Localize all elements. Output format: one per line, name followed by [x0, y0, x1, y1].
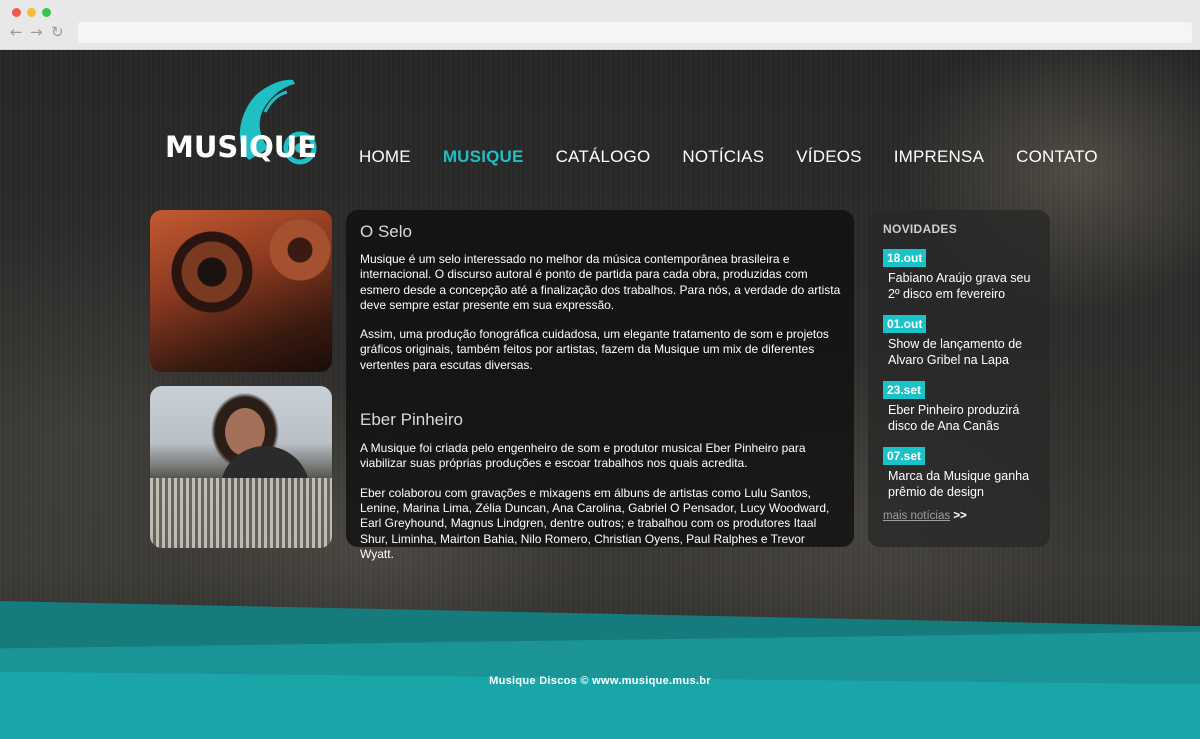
about-panel: O Selo Musique é um selo interessado no …	[346, 210, 854, 561]
maximize-window-icon[interactable]	[42, 8, 51, 17]
address-bar[interactable]	[78, 22, 1192, 43]
nav-catalogo[interactable]: CATÁLOGO	[556, 146, 651, 168]
reload-icon[interactable]: ↻	[51, 24, 64, 40]
news-heading: NOVIDADES	[883, 222, 958, 236]
news-headline[interactable]: Eber Pinheiro produzirá disco de Ana Can…	[883, 402, 1035, 434]
minimize-window-icon[interactable]	[27, 8, 36, 17]
browser-chrome: ← → ↻	[0, 0, 1200, 50]
news-panel: NOVIDADES 18.out Fabiano Araújo grava se…	[868, 210, 1050, 547]
eber-paragraph-1: A Musique foi criada pelo engenheiro de …	[360, 441, 806, 471]
footer-copyright: Musique Discos © www.musique.mus.br	[489, 675, 711, 687]
nav-noticias[interactable]: NOTÍCIAS	[682, 146, 764, 168]
news-item[interactable]: 01.out Show de lançamento de Alvaro Grib…	[883, 315, 1035, 368]
reel-to-reel-photo	[150, 210, 332, 372]
back-arrow-icon[interactable]: ←	[10, 24, 23, 40]
section-title-eber: Eber Pinheiro	[360, 410, 464, 430]
news-date-badge: 07.set	[883, 447, 926, 465]
more-news-link[interactable]: mais notícias	[883, 510, 950, 522]
more-news-arrow[interactable]: >>	[953, 510, 966, 522]
forward-arrow-icon[interactable]: →	[30, 24, 43, 40]
more-news: mais notícias >>	[883, 510, 1035, 522]
news-date-badge: 23.set	[883, 381, 926, 399]
nav-home[interactable]: HOME	[359, 146, 411, 168]
news-headline[interactable]: Show de lançamento de Alvaro Gribel na L…	[883, 336, 1035, 368]
news-headline[interactable]: Marca da Musique ganha prêmio de design	[883, 468, 1035, 500]
close-window-icon[interactable]	[12, 8, 21, 17]
news-item[interactable]: 23.set Eber Pinheiro produzirá disco de …	[883, 381, 1035, 434]
logo-wordmark: MUSIQUE	[165, 130, 318, 164]
nav-contato[interactable]: CONTATO	[1016, 146, 1098, 168]
news-headline[interactable]: Fabiano Araújo grava seu 2º disco em fev…	[883, 270, 1035, 302]
news-date-badge: 01.out	[883, 315, 927, 333]
nav-videos[interactable]: VÍDEOS	[796, 146, 861, 168]
news-date-badge: 18.out	[883, 249, 927, 267]
mixing-console	[150, 478, 332, 548]
main-nav: HOME MUSIQUE CATÁLOGO NOTÍCIAS VÍDEOS IM…	[359, 146, 1130, 168]
eber-paragraph-2: Eber colaborou com gravações e mixagens …	[360, 485, 830, 561]
news-item[interactable]: 07.set Marca da Musique ganha prêmio de …	[883, 447, 1035, 500]
studio-engineer-photo	[150, 386, 332, 548]
footer: Musique Discos © www.musique.mus.br	[0, 600, 1200, 739]
section-title-selo: O Selo	[360, 222, 412, 241]
musique-logo[interactable]: MUSIQUE	[165, 76, 320, 171]
news-item[interactable]: 18.out Fabiano Araújo grava seu 2º disco…	[883, 249, 1035, 302]
selo-paragraph-1: Musique é um selo interessado no melhor …	[360, 252, 841, 312]
selo-paragraph-2: Assim, uma produção fonográfica cuidados…	[360, 327, 829, 372]
nav-imprensa[interactable]: IMPRENSA	[894, 146, 984, 168]
nav-musique[interactable]: MUSIQUE	[443, 146, 524, 168]
